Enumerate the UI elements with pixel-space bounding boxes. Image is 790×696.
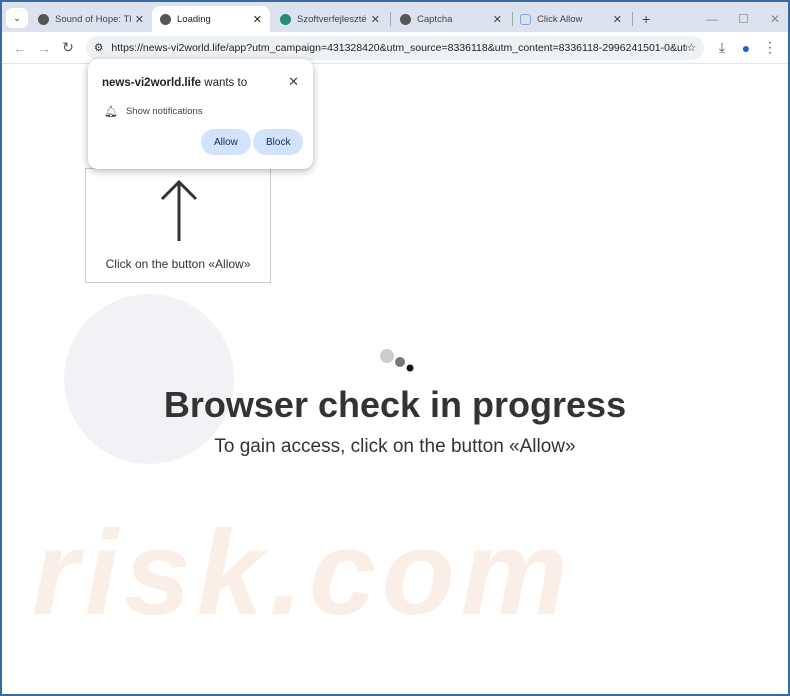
arrow-up-icon	[160, 179, 198, 241]
tab-divider	[632, 12, 633, 26]
tab-click-allow[interactable]: Click Allow ✕	[512, 6, 630, 32]
close-window-button[interactable]: ✕	[762, 6, 788, 32]
maximize-button[interactable]: ☐	[730, 6, 757, 32]
globe-icon	[38, 13, 49, 25]
url-text[interactable]: https://news-vi2world.life/app?utm_campa…	[111, 42, 686, 54]
browser-window: ⌄ Sound of Hope: Th ✕ Loading ✕ Szoftverfe…	[2, 2, 788, 694]
notification-permission-popup: news-vi2world.life wants to ✕ 🔔︎ Show not…	[88, 59, 313, 169]
tab-search-button[interactable]: ⌄	[6, 8, 28, 28]
menu-icon[interactable]: ⋮	[758, 39, 782, 56]
main-heading: Browser check in progress	[163, 384, 627, 425]
tab-captcha[interactable]: Captcha ✕	[392, 6, 510, 32]
maximize-icon: ☐	[738, 12, 749, 26]
globe-icon	[160, 13, 171, 25]
tab-loading[interactable]: Loading ✕	[152, 6, 270, 32]
new-tab-button[interactable]: +	[634, 6, 658, 32]
profile-avatar[interactable]: ●	[734, 40, 758, 56]
download-icon[interactable]: ⤓	[710, 39, 734, 56]
tab-szoftverfejlesztes[interactable]: Szoftverfejlesztés ✕	[272, 6, 388, 32]
minimize-icon: —	[706, 12, 718, 26]
tab-divider	[390, 12, 391, 26]
tab-strip: ⌄ Sound of Hope: Th ✕ Loading ✕ Szoftverfe…	[2, 2, 788, 32]
bell-icon	[520, 13, 531, 25]
power-icon	[280, 13, 291, 25]
watermark: risk.com	[32, 506, 574, 640]
close-icon[interactable]: ✕	[371, 13, 380, 26]
loading-spinner	[378, 349, 418, 378]
bell-icon: 🔔︎	[104, 106, 118, 118]
allow-button[interactable]: Allow	[201, 129, 251, 155]
instruction-text: Click on the button «Allow»	[105, 257, 251, 271]
minimize-button[interactable]: —	[698, 6, 726, 32]
permission-row: 🔔︎ Show notifications	[104, 106, 203, 118]
site-settings-icon[interactable]: ⚙	[94, 42, 103, 54]
popup-title: news-vi2world.life wants to	[102, 77, 248, 89]
close-icon[interactable]: ✕	[253, 13, 262, 26]
instruction-box: Click on the button «Allow»	[85, 168, 271, 283]
close-icon[interactable]: ✕	[135, 13, 144, 26]
block-button[interactable]: Block	[253, 129, 304, 155]
close-icon[interactable]: ✕	[613, 13, 622, 26]
reload-button[interactable]: ↻	[56, 39, 80, 56]
tab-sound-of-hope[interactable]: Sound of Hope: Th ✕	[30, 6, 152, 32]
plus-icon: +	[642, 11, 651, 27]
close-icon: ✕	[770, 12, 781, 26]
close-icon[interactable]: ✕	[493, 13, 502, 26]
popup-close-button[interactable]: ✕	[288, 74, 299, 90]
address-bar[interactable]: ⚙ https://news-vi2world.life/app?utm_cam…	[86, 35, 704, 60]
back-button[interactable]: ←	[8, 40, 32, 56]
chevron-down-icon: ⌄	[13, 12, 21, 24]
globe-icon	[400, 13, 411, 25]
bookmark-star-icon[interactable]: ☆	[687, 42, 696, 54]
main-subheading: To gain access, click on the button «All…	[214, 436, 576, 457]
forward-button[interactable]: →	[32, 40, 56, 56]
